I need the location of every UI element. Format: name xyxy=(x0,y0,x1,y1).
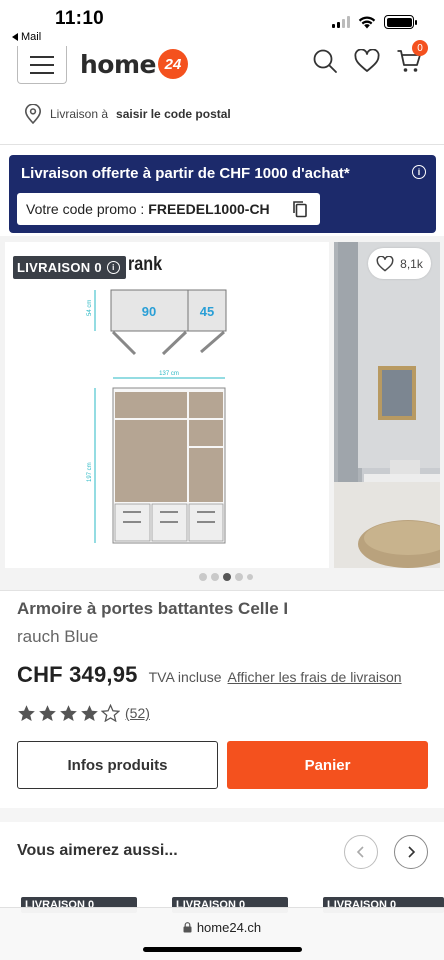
wifi-icon xyxy=(358,15,376,28)
header-divider xyxy=(0,144,444,145)
address-bar[interactable]: home24.ch xyxy=(0,920,444,935)
copy-icon[interactable] xyxy=(292,200,308,218)
pagination-dot[interactable] xyxy=(223,573,231,581)
heart-icon xyxy=(376,255,394,271)
promo-banner: Livraison offerte à partir de CHF 1000 d… xyxy=(9,155,436,233)
pagination-dot[interactable] xyxy=(199,573,207,581)
search-icon[interactable] xyxy=(312,48,338,74)
logo-word: home xyxy=(80,49,156,79)
browser-bottom-bar: home24.ch xyxy=(0,907,444,960)
price-row: CHF 349,95 TVA incluse Afficher les frai… xyxy=(17,662,402,688)
rating-stars[interactable]: (52) xyxy=(17,704,150,722)
star-icon xyxy=(39,705,56,722)
url-text: home24.ch xyxy=(196,920,262,935)
back-app-label: Mail xyxy=(21,31,42,43)
wishlist-button[interactable]: 8,1k xyxy=(368,248,431,279)
delivery-location-row[interactable]: Livraison à saisir le code postal xyxy=(24,104,231,124)
dimension-drawing: 90 45 54 cm 137 cm 197 cm xyxy=(87,289,227,544)
home-indicator[interactable] xyxy=(143,947,302,952)
shipping-cost-link[interactable]: Afficher les frais de livraison xyxy=(228,669,402,685)
star-icon xyxy=(101,704,120,722)
home24-logo[interactable]: home 24 xyxy=(80,49,188,79)
delivery-prefix: Livraison à xyxy=(50,107,109,121)
dim-lower-height: 197 cm xyxy=(87,462,93,482)
site-header: home 24 0 xyxy=(0,40,444,94)
product-image-dimensions[interactable]: 90 45 54 cm 137 cm 197 cm xyxy=(5,242,329,568)
pagination-dot[interactable] xyxy=(247,574,253,580)
promo-code-value: FREEDEL1000-CH xyxy=(148,201,270,217)
promo-code-label: Votre code promo : xyxy=(26,201,145,217)
star-icon xyxy=(60,705,77,722)
chevron-right-icon xyxy=(408,846,416,858)
brand-fragment: rank xyxy=(128,254,163,275)
dim-box1-label: 90 xyxy=(142,304,156,319)
add-to-cart-button[interactable]: Panier xyxy=(227,741,428,789)
star-icon xyxy=(18,705,35,722)
logo-badge: 24 xyxy=(157,49,188,79)
dim-upper-height: 54 cm xyxy=(87,300,93,316)
location-pin-icon xyxy=(24,104,42,124)
star-icon xyxy=(81,705,98,722)
pagination-dot[interactable] xyxy=(211,573,219,581)
system-icons xyxy=(332,15,417,29)
stars-container xyxy=(17,704,120,722)
dim-box2-label: 45 xyxy=(200,304,214,319)
postal-code-link[interactable]: saisir le code postal xyxy=(116,107,231,121)
review-count[interactable]: (52) xyxy=(125,705,150,721)
tva-note: TVA incluse xyxy=(148,669,222,685)
status-bar: 11:10 Mail xyxy=(0,0,444,46)
product-brand[interactable]: rauch Blue xyxy=(17,627,98,647)
back-to-app-button[interactable]: Mail xyxy=(12,31,41,43)
info-icon[interactable]: i xyxy=(106,261,120,274)
dim-width: 137 cm xyxy=(159,371,179,377)
battery-icon xyxy=(384,15,417,29)
room-photo xyxy=(334,242,440,568)
delivery-tag-label: LIVRAISON 0 xyxy=(17,260,102,275)
product-image-room[interactable] xyxy=(334,242,440,568)
promo-headline: Livraison offerte à partir de CHF 1000 d… xyxy=(21,165,350,182)
menu-icon[interactable] xyxy=(17,46,67,84)
delivery-tag: LIVRAISON 0 i xyxy=(13,256,126,279)
product-title: Armoire à portes battantes Celle I xyxy=(17,599,289,618)
chevron-left-icon xyxy=(356,846,364,858)
header-actions: 0 xyxy=(312,40,428,74)
carousel-prev-button[interactable] xyxy=(344,835,378,869)
cart-button[interactable]: 0 xyxy=(396,40,428,74)
product-info-button[interactable]: Infos produits xyxy=(17,741,218,789)
back-triangle-icon xyxy=(12,33,18,41)
carousel-next-button[interactable] xyxy=(394,835,428,869)
status-time: 11:10 xyxy=(55,8,105,29)
pagination-dot[interactable] xyxy=(235,573,243,581)
info-icon[interactable]: i xyxy=(412,165,426,179)
cellular-signal-icon xyxy=(332,16,350,28)
cart-count-badge: 0 xyxy=(412,40,428,56)
lock-icon xyxy=(183,922,192,933)
promo-code-box[interactable]: Votre code promo : FREEDEL1000-CH xyxy=(17,193,320,225)
gallery-pagination xyxy=(199,573,253,581)
product-price: CHF 349,95 xyxy=(17,662,138,687)
gallery-divider xyxy=(0,590,444,591)
heart-icon[interactable] xyxy=(354,49,380,73)
wishlist-count: 8,1k xyxy=(400,256,423,271)
recommendations-title: Vous aimerez aussi... xyxy=(17,842,178,859)
